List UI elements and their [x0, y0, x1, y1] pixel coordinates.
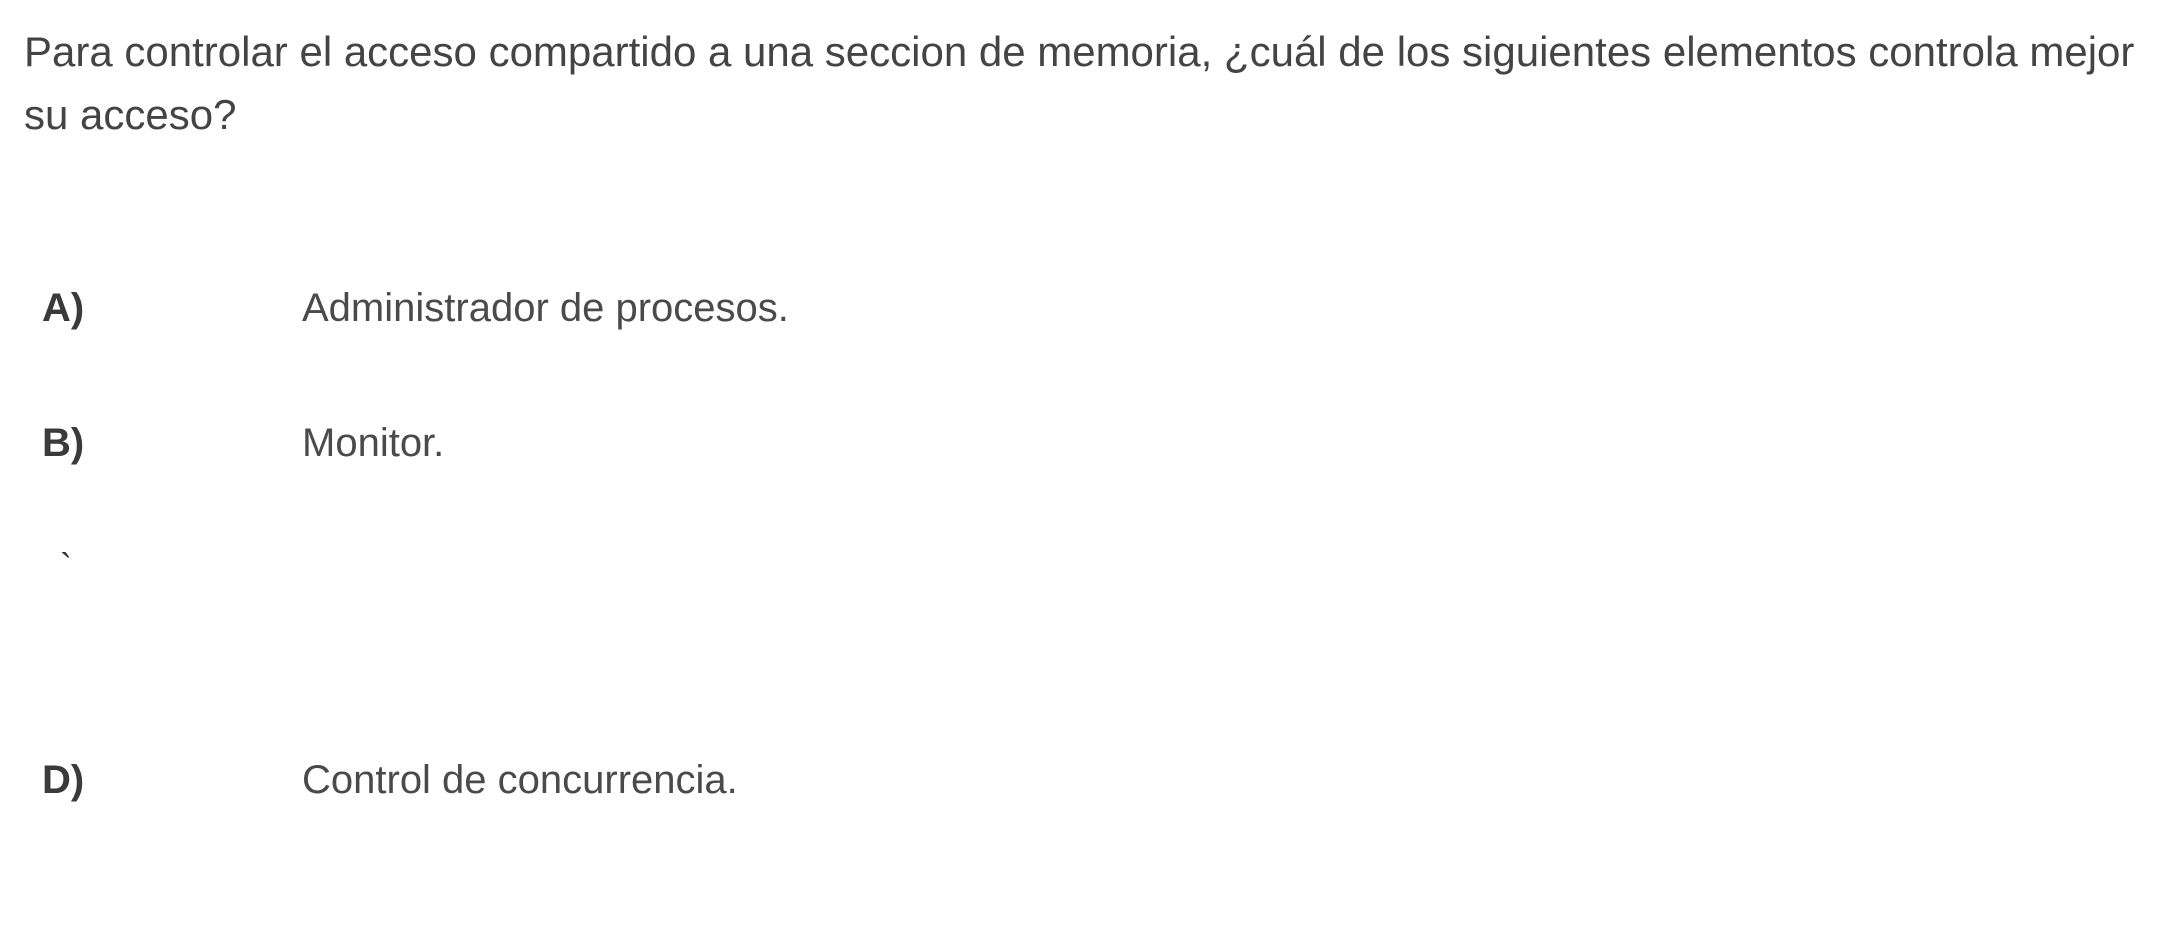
option-letter-a: A) — [42, 286, 302, 331]
option-letter-b: B) — [42, 421, 302, 466]
option-text-b: Monitor. — [302, 421, 444, 466]
question-text: Para controlar el acceso compartido a un… — [24, 20, 2153, 146]
option-a[interactable]: A) Administrador de procesos. — [42, 286, 2153, 331]
option-text-a: Administrador de procesos. — [302, 286, 789, 331]
option-b[interactable]: B) Monitor. — [42, 421, 2153, 466]
option-text-d: Control de concurrencia. — [302, 758, 738, 803]
stray-mark: ` — [60, 546, 2153, 588]
option-letter-d: D) — [42, 758, 302, 803]
options-list: A) Administrador de procesos. B) Monitor… — [24, 286, 2153, 803]
option-d[interactable]: D) Control de concurrencia. — [42, 758, 2153, 803]
